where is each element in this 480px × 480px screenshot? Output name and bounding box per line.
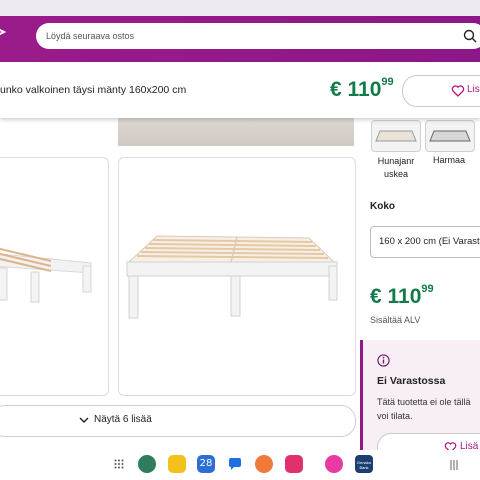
add-button-label: Lis [467,84,480,95]
calendar-app-icon[interactable]: 28 [197,455,215,473]
gallery-image[interactable] [118,157,356,396]
stock-status-panel: Ei Varastossa Tätä tuotetta ei ole tällä… [360,340,480,463]
stock-description-line: voi tilata. [377,411,413,421]
chevron-down-icon [79,417,89,423]
camera-app-icon[interactable] [285,455,303,473]
messages-app-icon[interactable] [226,455,244,473]
show-more-button[interactable]: Näytä 6 lisää [0,405,356,437]
bed-frame-image [126,235,338,319]
gallery-image[interactable] [0,157,109,396]
size-select-value: 160 x 200 cm (Ei Varast [379,236,480,247]
info-icon [377,354,390,367]
price: € 11099 [370,283,434,308]
bed-frame-image [0,247,92,303]
price-cents: 99 [421,283,434,295]
add-to-cart-button[interactable]: Lis [402,75,480,107]
browser-app-icon[interactable] [138,455,156,473]
status-strip [0,0,480,16]
bank-app-icon[interactable]: Denaka Bank [355,455,373,473]
logo-icon[interactable] [0,26,6,38]
color-swatch-honey[interactable] [371,120,421,152]
product-title: unko valkoinen täysi mänty 160x200 cm [0,84,187,96]
sticky-product-bar: unko valkoinen täysi mänty 160x200 cm € … [0,62,480,118]
show-more-label: Näytä 6 lisää [94,414,152,425]
size-heading: Koko [370,201,395,212]
contacts-app-icon[interactable] [255,455,273,473]
heart-icon [451,85,465,97]
swatch-bed-image [429,130,471,142]
size-select[interactable]: 160 x 200 cm (Ei Varast [370,226,480,258]
search-bar[interactable]: Löydä seuraava ostos [36,23,480,49]
price-cents: 99 [381,76,394,88]
search-icon[interactable] [463,29,477,43]
swatch-label: Hunajanr uskea [377,156,415,179]
bank-app-label: Denaka Bank [357,460,371,470]
product-price: € 11099 [330,76,394,101]
stock-title: Ei Varastossa [377,375,446,387]
swatch-bed-image [375,130,417,142]
recent-apps-icon[interactable] [449,459,459,471]
color-swatch-grey[interactable] [425,120,475,152]
stock-description: Tätä tuotetta ei ole tällä voi tilata. [377,395,480,423]
search-input[interactable]: Löydä seuraava ostos [46,23,134,49]
notes-app-icon[interactable] [168,455,186,473]
flower-app-icon[interactable] [325,455,343,473]
product-image-main[interactable] [118,118,354,146]
app-grid-icon[interactable] [114,459,124,469]
stock-description-line: Tätä tuotetta ei ole tällä [377,397,471,407]
vat-note: Sisältää ALV [370,315,421,325]
swatch-label: Harmaa [432,155,465,165]
